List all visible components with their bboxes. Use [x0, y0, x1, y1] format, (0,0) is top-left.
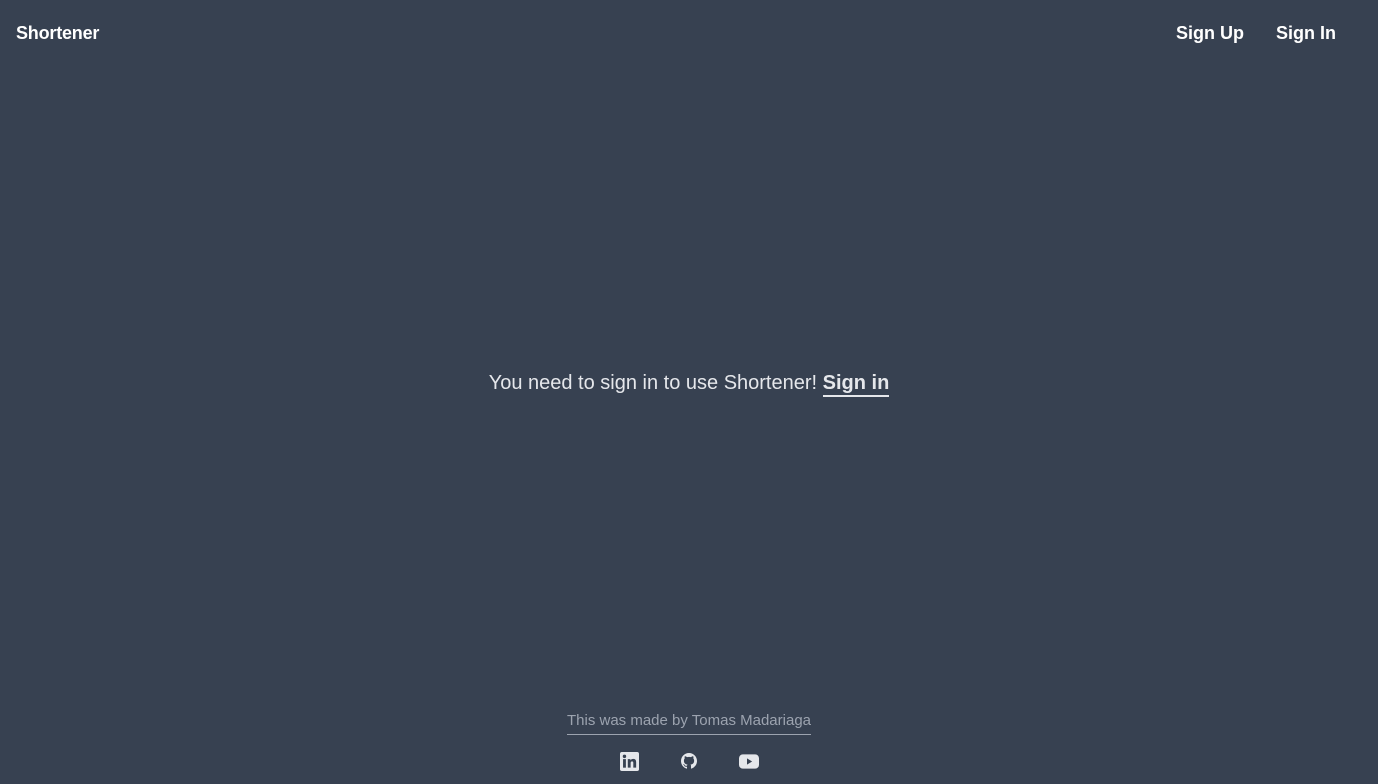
top-navbar: Shortener Sign Up Sign In: [0, 0, 1378, 66]
footer: This was made by Tomas Madariaga: [0, 711, 1378, 771]
linkedin-link[interactable]: [619, 751, 639, 771]
signin-prompt: You need to sign in to use Shortener! Si…: [0, 369, 1378, 397]
youtube-icon: [739, 753, 759, 769]
github-link[interactable]: [679, 751, 699, 771]
signin-prompt-text: You need to sign in to use Shortener!: [488, 372, 818, 394]
sign-in-link[interactable]: Sign in: [822, 372, 890, 397]
brand-logo-link[interactable]: Shortener: [16, 23, 99, 44]
linkedin-icon: [619, 751, 639, 771]
author-credit-link[interactable]: This was made by Tomas Madariaga: [567, 711, 811, 735]
github-icon: [681, 753, 697, 769]
sign-in-nav-link[interactable]: Sign In: [1276, 23, 1336, 44]
social-links: [0, 751, 1378, 771]
nav-links: Sign Up Sign In: [1176, 23, 1336, 44]
youtube-link[interactable]: [739, 751, 759, 771]
sign-up-link[interactable]: Sign Up: [1176, 23, 1244, 44]
